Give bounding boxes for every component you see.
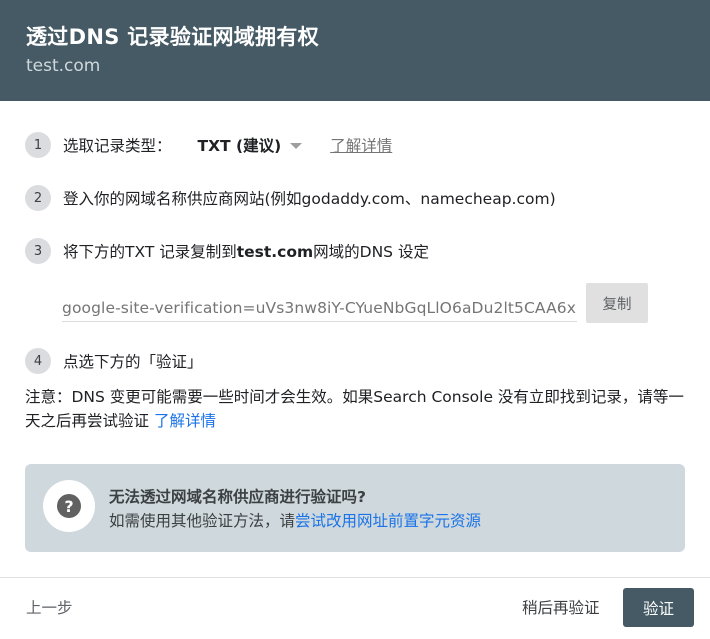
step-label: 选取记录类型： <box>63 137 172 155</box>
step-number: 4 <box>25 348 51 374</box>
help-description: 如需使用其他验证方法，请尝试改用网址前置字元资源 <box>109 509 481 531</box>
question-mark-icon: ? <box>57 494 81 518</box>
help-title: 无法透过网域名称供应商进行验证吗? <box>109 488 366 506</box>
step-label-before: 将下方的TXT 记录复制到 <box>63 243 237 261</box>
step-label: 点选下方的「验证」 <box>63 353 203 371</box>
step-label-domain: test.com <box>236 243 314 261</box>
step-label: 将下方的TXT 记录复制到test.com网域的DNS 设定 <box>63 240 429 262</box>
dialog-subtitle-domain: test.com <box>26 56 101 76</box>
txt-record-field[interactable]: google-site-verification=uVs3nw8iY-CYueN… <box>62 294 577 322</box>
help-icon-circle: ? <box>43 480 95 532</box>
learn-more-link[interactable]: 了解详情 <box>330 134 392 156</box>
note-text: 注意：DNS 变更可能需要一些时间才会生效。如果Search Console 没… <box>25 388 684 430</box>
dialog-header: 透过DNS 记录验证网域拥有权 test.com <box>0 0 710 101</box>
step-3: 3 将下方的TXT 记录复制到test.com网域的DNS 设定 <box>25 237 429 265</box>
txt-record-value: google-site-verification=uVs3nw8iY-CYueN… <box>62 299 577 317</box>
help-box: ? 无法透过网域名称供应商进行验证吗? 如需使用其他验证方法，请尝试改用网址前置… <box>25 464 685 552</box>
caret-down-icon <box>290 142 303 149</box>
copy-button[interactable]: 复制 <box>586 283 648 323</box>
record-type-select[interactable]: TXT (建议) <box>198 134 303 156</box>
step-number: 3 <box>25 238 51 264</box>
dialog-title: 透过DNS 记录验证网域拥有权 <box>26 25 319 49</box>
record-type-value: TXT (建议) <box>197 137 282 155</box>
dialog-footer: 上一步 稍后再验证 验证 <box>0 577 710 639</box>
step-number: 2 <box>25 185 51 211</box>
verify-button[interactable]: 验证 <box>623 588 694 627</box>
step-number: 1 <box>25 132 51 158</box>
url-prefix-property-link[interactable]: 尝试改用网址前置字元资源 <box>295 512 481 530</box>
back-button[interactable]: 上一步 <box>26 596 73 618</box>
help-desc-prefix: 如需使用其他验证方法，请 <box>109 512 296 530</box>
step-4: 4 点选下方的「验证」 <box>25 347 203 375</box>
step-2: 2 登入你的网域名称供应商网站(例如godaddy.com、namecheap.… <box>25 184 556 212</box>
note-learn-more-link[interactable]: 了解详情 <box>154 412 216 430</box>
step-label-after: 网域的DNS 设定 <box>313 243 429 261</box>
verify-later-button[interactable]: 稍后再验证 <box>522 596 600 618</box>
step-1: 1 选取记录类型： TXT (建议) 了解详情 <box>25 131 392 159</box>
step-label: 登入你的网域名称供应商网站(例如godaddy.com、namecheap.co… <box>63 190 556 208</box>
dns-note: 注意：DNS 变更可能需要一些时间才会生效。如果Search Console 没… <box>25 385 685 433</box>
